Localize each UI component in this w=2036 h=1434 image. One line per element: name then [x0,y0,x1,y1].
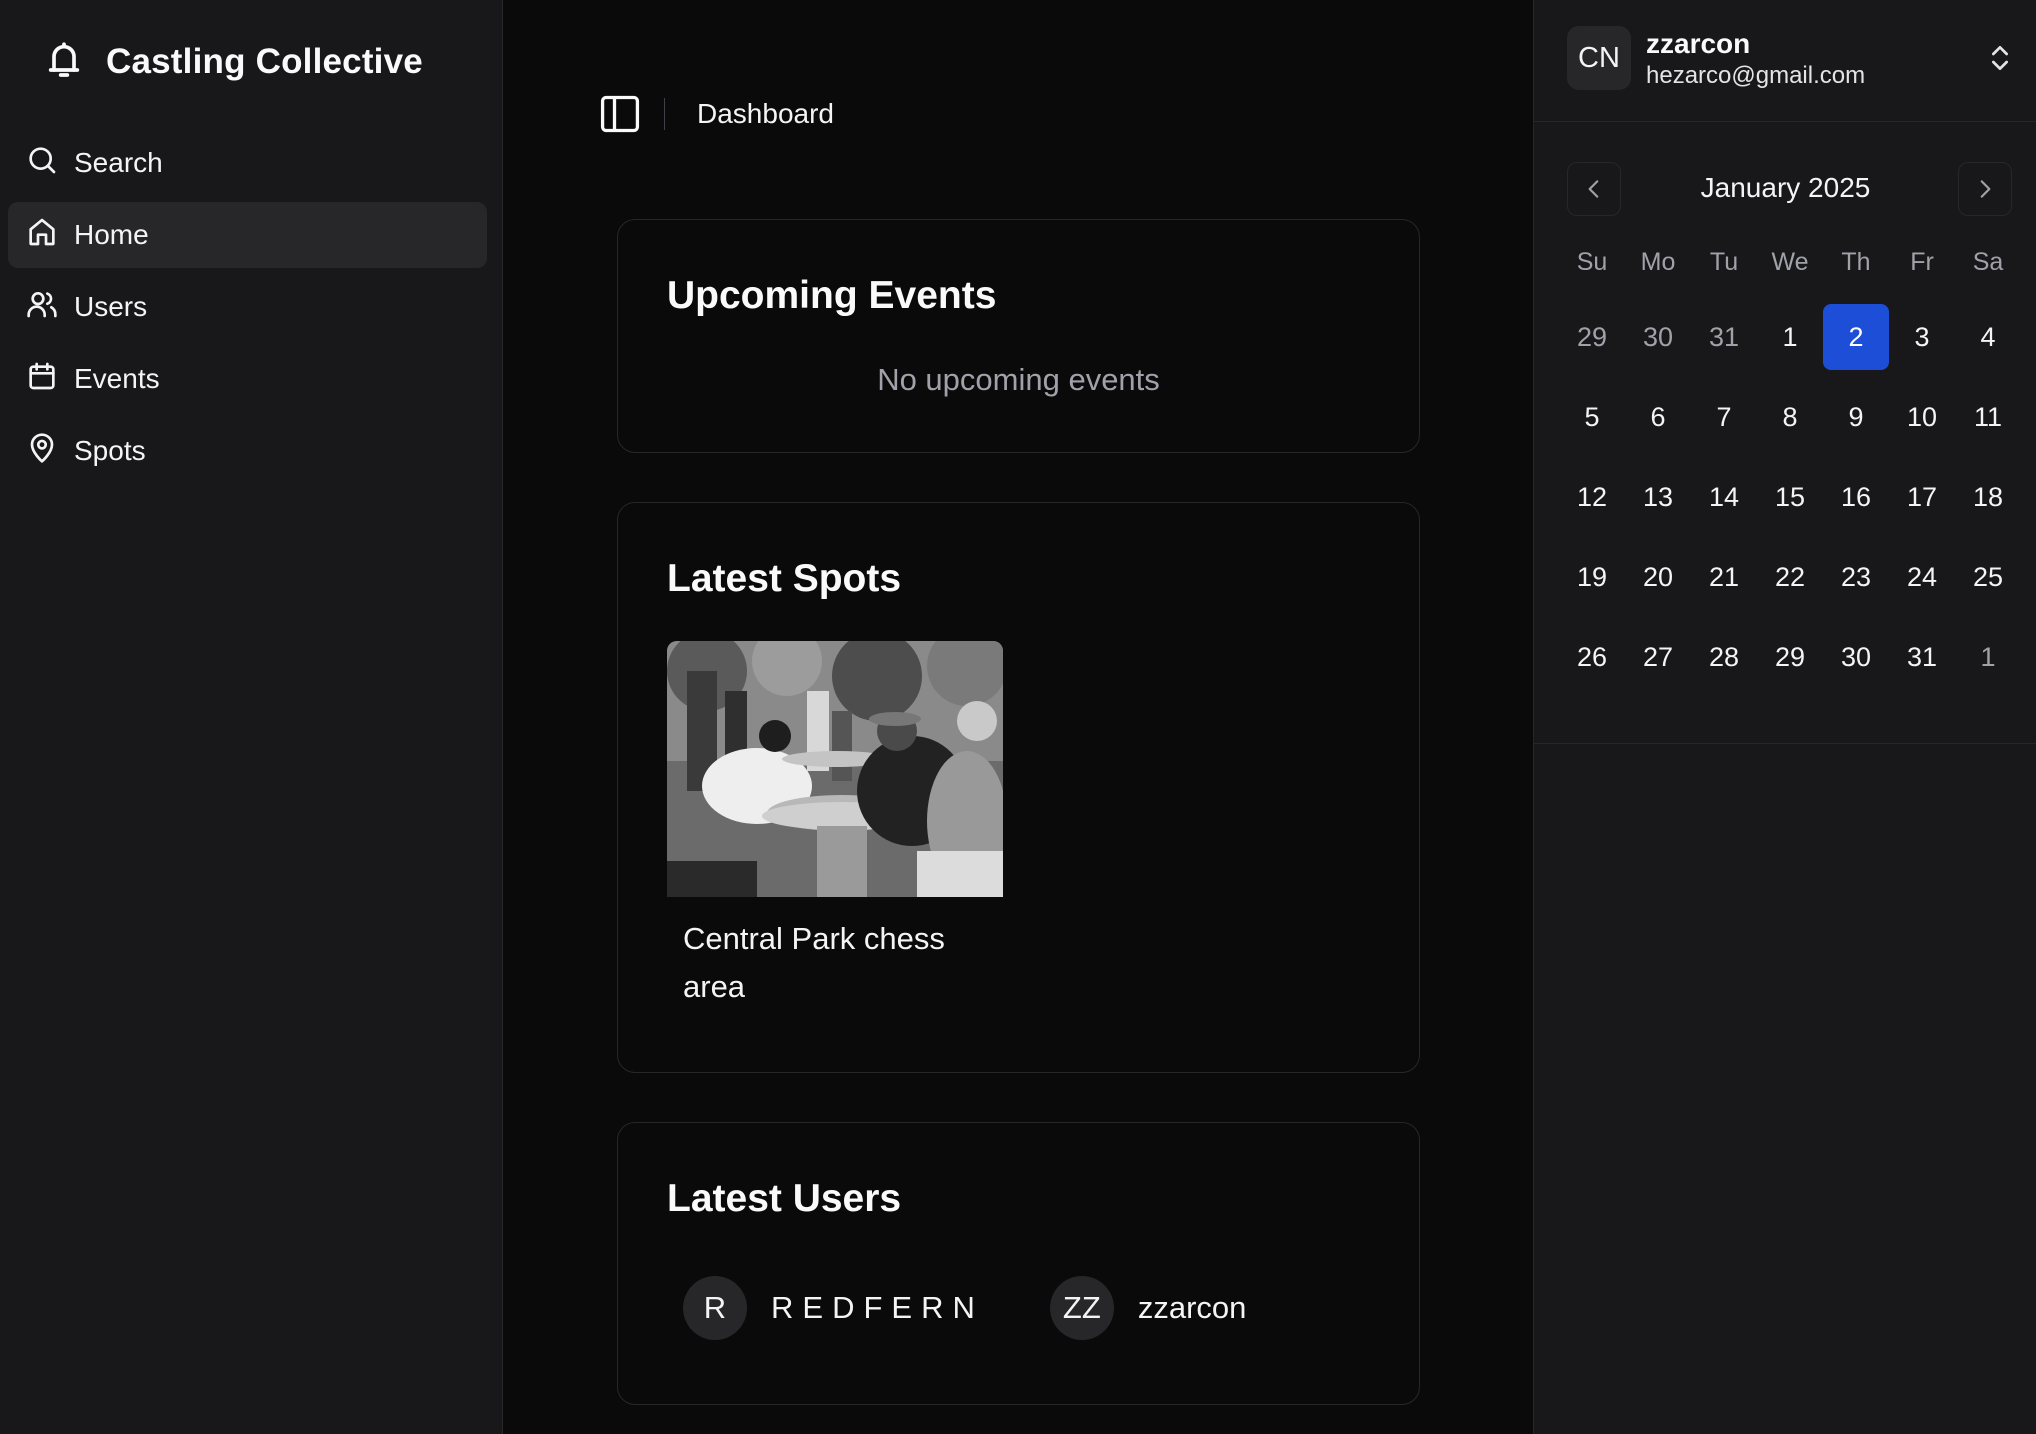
sidebar-item-label: Search [74,147,163,178]
calendar-day[interactable]: 30 [1625,304,1691,370]
calendar-day[interactable]: 10 [1889,384,1955,450]
chevron-right-icon [1980,180,1991,198]
right-panel: CN zzarcon hezarco@gmail.com January 202… [1533,0,2036,1434]
calendar-day[interactable]: 6 [1625,384,1691,450]
calendar-day[interactable]: 15 [1757,464,1823,530]
calendar-day-selected[interactable]: 2 [1823,304,1889,370]
user-name: REDFERN [771,1290,984,1325]
sidebar-item-users[interactable]: Users [8,274,487,340]
weekday-label: We [1771,247,1809,276]
sidebar-item-events[interactable]: Events [8,346,487,412]
user-item[interactable]: ZZ zzarcon [1049,1276,1247,1340]
calendar-day[interactable]: 11 [1955,384,2021,450]
users-icon [26,288,58,327]
calendar-day[interactable]: 9 [1823,384,1889,450]
sidebar: Castling Collective Search Home Users Ev… [0,0,503,1434]
calendar-day[interactable]: 16 [1823,464,1889,530]
avatar: CN [1567,26,1631,90]
calendar-day[interactable]: 12 [1559,464,1625,530]
calendar-day[interactable]: 28 [1691,624,1757,690]
latest-spots-title: Latest Spots [667,557,902,600]
map-pin-icon [26,432,58,471]
user-name: zzarcon [1137,1290,1247,1325]
breadcrumb[interactable]: Dashboard [697,98,834,130]
upcoming-events-title: Upcoming Events [667,274,997,317]
calendar-day[interactable]: 21 [1691,544,1757,610]
sidebar-item-search[interactable]: Search [8,130,487,196]
bell-icon [44,40,84,85]
avatar: ZZ [1049,1276,1114,1340]
search-icon [26,144,58,183]
sidebar-item-label: Events [74,363,160,394]
latest-spots-card: Latest Spots Central Park chess area [617,502,1420,1073]
calendar-day[interactable]: 8 [1757,384,1823,450]
topbar: Dashboard [598,90,834,138]
calendar-day[interactable]: 7 [1691,384,1757,450]
account-email: hezarco@gmail.com [1646,62,1866,89]
calendar-day[interactable]: 13 [1625,464,1691,530]
weekday-label: Th [1841,247,1871,276]
calendar-day[interactable]: 1 [1757,304,1823,370]
calendar-day[interactable]: 20 [1625,544,1691,610]
calendar-day[interactable]: 26 [1559,624,1625,690]
sidebar-item-label: Home [74,219,149,250]
sidebar-item-label: Users [74,291,148,322]
calendar-day[interactable]: 29 [1559,304,1625,370]
account-switcher[interactable]: CN zzarcon hezarco@gmail.com [1534,0,2036,122]
calendar-day[interactable]: 18 [1955,464,2021,530]
user-item[interactable]: R REDFERN [683,1276,984,1340]
calendar-day[interactable]: 19 [1559,544,1625,610]
next-month-button[interactable] [1958,162,2012,216]
calendar-day[interactable]: 5 [1559,384,1625,450]
weekday-label: Mo [1640,247,1676,276]
calendar-day[interactable]: 25 [1955,544,2021,610]
calendar-day[interactable]: 3 [1889,304,1955,370]
calendar-day[interactable]: 30 [1823,624,1889,690]
calendar-grid: Su Mo Tu We Th Fr Sa 29 30 31 1 2 3 4 5 6 7 8 9 10 11 12 13 14 1… [1559,240,2021,704]
empty-events-text: No upcoming events [877,362,1160,397]
spot-photo [667,641,1003,897]
users-list: R REDFERN ZZ zzarcon [683,1276,1312,1340]
calendar-day[interactable]: 1 [1955,624,2021,690]
topbar-divider [664,98,665,130]
calendar-day[interactable]: 27 [1625,624,1691,690]
weekday-label: Fr [1910,247,1934,276]
spot-card[interactable]: Central Park chess area [667,641,1003,1011]
calendar-day[interactable]: 14 [1691,464,1757,530]
sidebar-item-home[interactable]: Home [8,202,487,268]
calendar-day[interactable]: 4 [1955,304,2021,370]
spot-name: Central Park chess area [683,921,945,1004]
calendar-day[interactable]: 31 [1889,624,1955,690]
upcoming-events-card: Upcoming Events No upcoming events [617,219,1420,453]
chevrons-up-down-icon [1992,46,2008,70]
sidebar-item-spots[interactable]: Spots [8,418,487,484]
weekday-label: Su [1576,247,1608,276]
calendar-icon [26,360,58,399]
brand[interactable]: Castling Collective [44,38,423,86]
calendar-day[interactable]: 31 [1691,304,1757,370]
latest-users-card: Latest Users R REDFERN ZZ zzarcon [617,1122,1420,1405]
calendar-day[interactable]: 24 [1889,544,1955,610]
weekday-label: Sa [1972,247,2004,276]
weekday-label: Tu [1709,247,1739,276]
sidebar-nav: Search Home Users Events Spots [8,130,487,490]
avatar: R [683,1276,747,1340]
latest-users-title: Latest Users [667,1177,902,1220]
calendar-day[interactable]: 22 [1757,544,1823,610]
calendar-day[interactable]: 23 [1823,544,1889,610]
brand-name: Castling Collective [106,42,423,81]
calendar-day[interactable]: 29 [1757,624,1823,690]
account-username: zzarcon [1646,28,1751,59]
calendar: January 2025 Su Mo Tu We Th Fr Sa 29 30 31 1 2 3 4 5 6 7… [1534,122,2036,744]
calendar-day[interactable]: 17 [1889,464,1955,530]
sidebar-toggle-icon[interactable] [598,92,642,136]
home-icon [26,216,58,255]
sidebar-item-label: Spots [74,435,146,466]
